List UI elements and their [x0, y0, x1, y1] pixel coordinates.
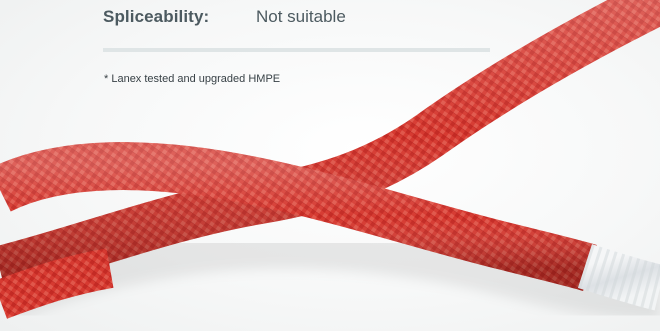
product-spec-page: Spliceability: Not suitable * Lanex test… — [0, 0, 660, 331]
rope-image — [0, 0, 660, 331]
rope-back-shade — [0, 0, 660, 294]
rope-illustration — [0, 0, 660, 320]
rope-lower-arc — [0, 248, 114, 319]
